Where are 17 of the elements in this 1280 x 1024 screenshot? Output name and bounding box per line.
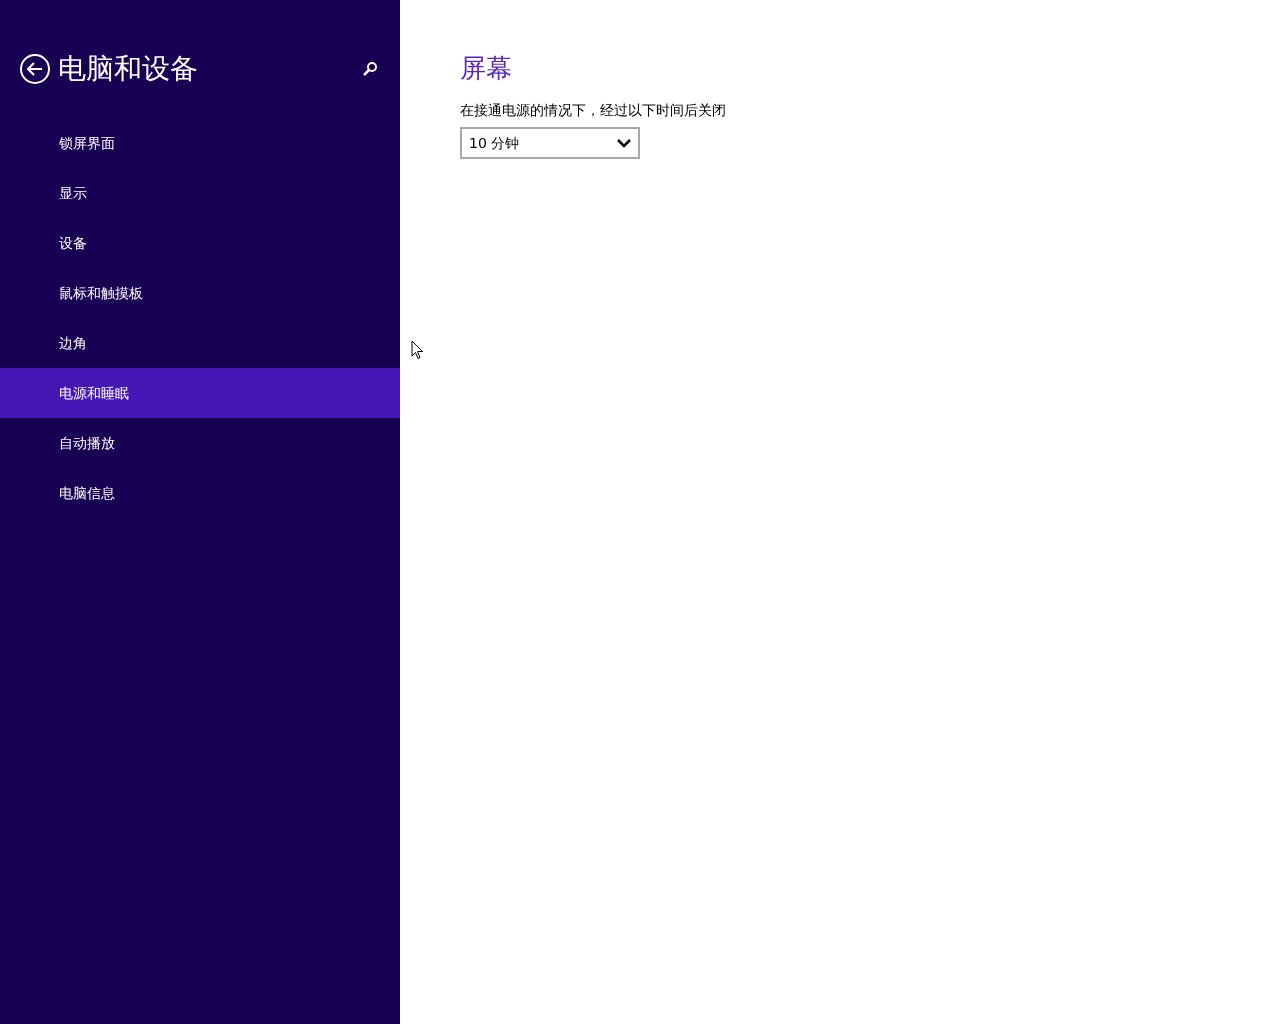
- sidebar-item[interactable]: 锁屏界面: [0, 118, 400, 168]
- timeout-dropdown[interactable]: 10 分钟: [460, 127, 640, 159]
- section-heading: 屏幕: [460, 52, 512, 85]
- sidebar-item[interactable]: 边角: [0, 318, 400, 368]
- setting-label: 在接通电源的情况下，经过以下时间后关闭: [460, 101, 726, 120]
- back-arrow-icon: [27, 62, 43, 76]
- back-button[interactable]: [20, 54, 50, 84]
- sidebar-item[interactable]: 自动播放: [0, 418, 400, 468]
- sidebar-item[interactable]: 显示: [0, 168, 400, 218]
- sidebar-item[interactable]: 鼠标和触摸板: [0, 268, 400, 318]
- mouse-cursor-icon: [411, 340, 424, 360]
- search-icon: [362, 61, 378, 77]
- sidebar-title: 电脑和设备: [58, 51, 198, 87]
- sidebar-item[interactable]: 电脑信息: [0, 468, 400, 518]
- chevron-down-icon: [617, 138, 631, 148]
- sidebar-item[interactable]: 电源和睡眠: [0, 368, 400, 418]
- sidebar-item[interactable]: 设备: [0, 218, 400, 268]
